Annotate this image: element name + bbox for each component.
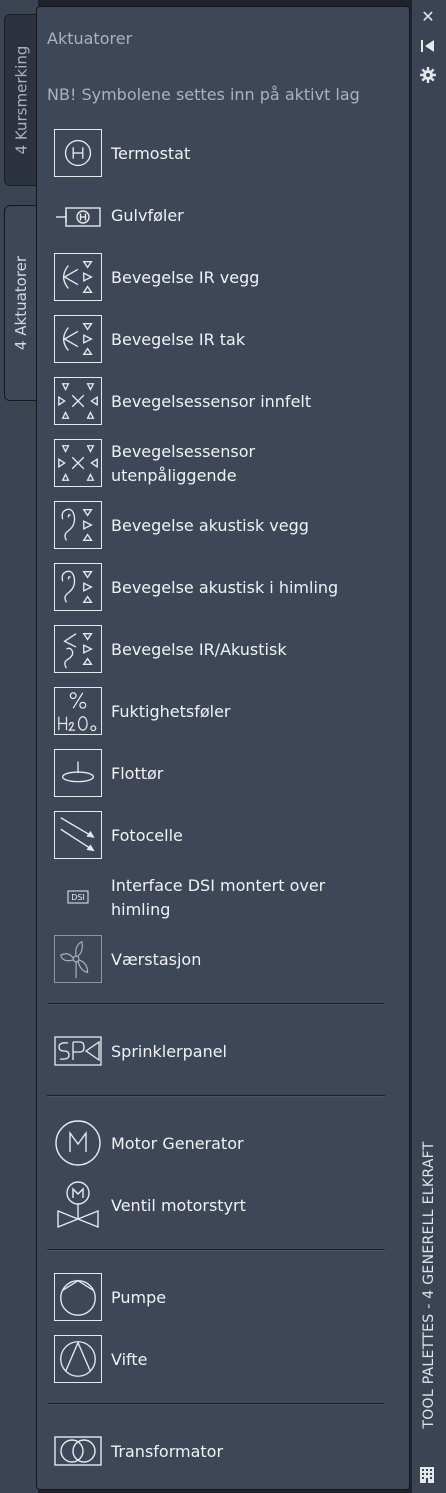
palette-title: TOOL PALETTES - 4 GENERELL ELKRAFT xyxy=(421,1141,437,1429)
tool-label: Bevegelse akustisk vegg xyxy=(111,516,309,535)
tool-fuktighetsfoler[interactable]: Fuktighetsføler xyxy=(54,685,394,739)
tool-termostat[interactable]: Termostat xyxy=(54,127,394,181)
tool-label: Flottør xyxy=(111,764,164,783)
tool-label: Værstasjon xyxy=(111,950,202,969)
tab-aktuatorer-label: 4 Aktuatorer xyxy=(12,255,31,351)
tool-label: Bevegelsessensor utenpåliggende xyxy=(111,442,256,485)
tool-bevegelse-ir-akustisk[interactable]: Bevegelse IR/Akustisk xyxy=(54,623,394,677)
tool-label: Fotocelle xyxy=(111,826,183,845)
tab-aktuatorer[interactable]: 4 Aktuatorer xyxy=(4,205,38,401)
palette-header: Aktuatorer xyxy=(47,29,133,48)
motion-ir-acoustic-icon xyxy=(54,625,102,673)
tool-label: Interface DSI montert over himling xyxy=(111,876,326,919)
transformer-icon xyxy=(54,1427,102,1475)
tool-label: Fuktighetsføler xyxy=(111,702,231,721)
tool-motor-generator[interactable]: Motor Generator xyxy=(54,1117,394,1171)
tool-label: Ventil motorstyrt xyxy=(111,1196,246,1215)
palette-menu-button[interactable] xyxy=(419,1466,435,1484)
fan-icon xyxy=(54,1335,102,1383)
float-switch-icon xyxy=(54,749,102,797)
tool-bevegelse-akustisk-vegg[interactable]: Bevegelse akustisk vegg xyxy=(54,499,394,553)
humidity-sensor-icon xyxy=(54,687,102,735)
properties-button[interactable] xyxy=(419,66,437,84)
tool-label: Bevegelsessensor innfelt xyxy=(111,392,312,411)
tool-label: Motor Generator xyxy=(111,1134,244,1153)
sprinkler-panel-icon xyxy=(54,1027,102,1075)
pump-icon xyxy=(54,1273,102,1321)
tool-label: Termostat xyxy=(111,144,191,163)
palette-title-bar: ✕ TOOL PALETTES - 4 GENERELL ELKRAFT xyxy=(412,0,446,1493)
tool-label: Bevegelse IR/Akustisk xyxy=(111,640,287,659)
weather-station-icon xyxy=(54,935,102,983)
floor-sensor-icon xyxy=(54,191,102,239)
tool-label: Bevegelse IR vegg xyxy=(111,268,260,287)
tool-label: Bevegelse akustisk i himling xyxy=(111,578,339,597)
motor-generator-icon xyxy=(54,1119,102,1167)
tool-bevegelse-ir-vegg[interactable]: Bevegelse IR vegg xyxy=(54,251,394,305)
tool-label: Sprinklerpanel xyxy=(111,1042,227,1061)
separator xyxy=(47,1403,385,1405)
svg-text:DSI: DSI xyxy=(71,893,85,902)
auto-hide-button[interactable] xyxy=(419,37,437,55)
tool-transformator[interactable]: Transformator xyxy=(54,1425,394,1479)
tool-interface-dsi[interactable]: DSI Interface DSI montert over himling xyxy=(54,871,394,925)
gear-icon xyxy=(420,67,436,83)
close-button[interactable]: ✕ xyxy=(419,8,437,26)
auto-hide-icon xyxy=(421,40,434,52)
tool-sprinklerpanel[interactable]: Sprinklerpanel xyxy=(54,1025,394,1079)
tool-label: Bevegelse IR tak xyxy=(111,330,246,349)
tool-vifte[interactable]: Vifte xyxy=(54,1333,394,1387)
tool-gulvfoler[interactable]: Gulvføler xyxy=(54,189,394,243)
tool-bevegelse-ir-tak[interactable]: Bevegelse IR tak xyxy=(54,313,394,367)
motion-acoustic-ceiling-icon xyxy=(54,563,102,611)
motion-ir-ceiling-icon xyxy=(54,315,102,363)
tool-palette-panel: Aktuatorer NB! Symbolene settes inn på a… xyxy=(36,6,410,1490)
separator xyxy=(47,1249,385,1251)
tool-ventil-motorstyrt[interactable]: Ventil motorstyrt xyxy=(54,1179,394,1233)
tool-bevegelsessensor-utenpaliggende[interactable]: Bevegelsessensor utenpåliggende xyxy=(54,437,394,491)
tab-strip: 4 Kursmerking 4 Aktuatorer xyxy=(0,0,38,1493)
thermostat-icon xyxy=(54,129,102,177)
tool-vaerstasjon[interactable]: Værstasjon xyxy=(54,933,394,987)
tool-label: Gulvføler xyxy=(111,206,184,225)
tab-kursmerking[interactable]: 4 Kursmerking xyxy=(4,14,38,186)
palette-note: NB! Symbolene settes inn på aktivt lag xyxy=(47,85,360,104)
motion-ir-wall-icon xyxy=(54,253,102,301)
tool-bevegelsessensor-innfelt[interactable]: Bevegelsessensor innfelt xyxy=(54,375,394,429)
tool-label: Pumpe xyxy=(111,1288,167,1307)
tool-bevegelse-akustisk-himling[interactable]: Bevegelse akustisk i himling xyxy=(54,561,394,615)
separator xyxy=(47,1003,385,1005)
motion-acoustic-wall-icon xyxy=(54,501,102,549)
photocell-icon xyxy=(54,811,102,859)
tool-flottor[interactable]: Flottør xyxy=(54,747,394,801)
building-icon xyxy=(420,1467,434,1483)
motorized-valve-icon xyxy=(54,1181,102,1229)
tool-label: Transformator xyxy=(111,1442,224,1461)
tool-fotocelle[interactable]: Fotocelle xyxy=(54,809,394,863)
tool-label: Vifte xyxy=(111,1350,148,1369)
tab-kursmerking-label: 4 Kursmerking xyxy=(12,45,31,155)
motion-sensor-surface-icon xyxy=(54,439,102,487)
tool-pumpe[interactable]: Pumpe xyxy=(54,1271,394,1325)
dsi-interface-icon: DSI xyxy=(54,873,102,921)
separator xyxy=(47,1095,385,1097)
motion-sensor-recessed-icon xyxy=(54,377,102,425)
